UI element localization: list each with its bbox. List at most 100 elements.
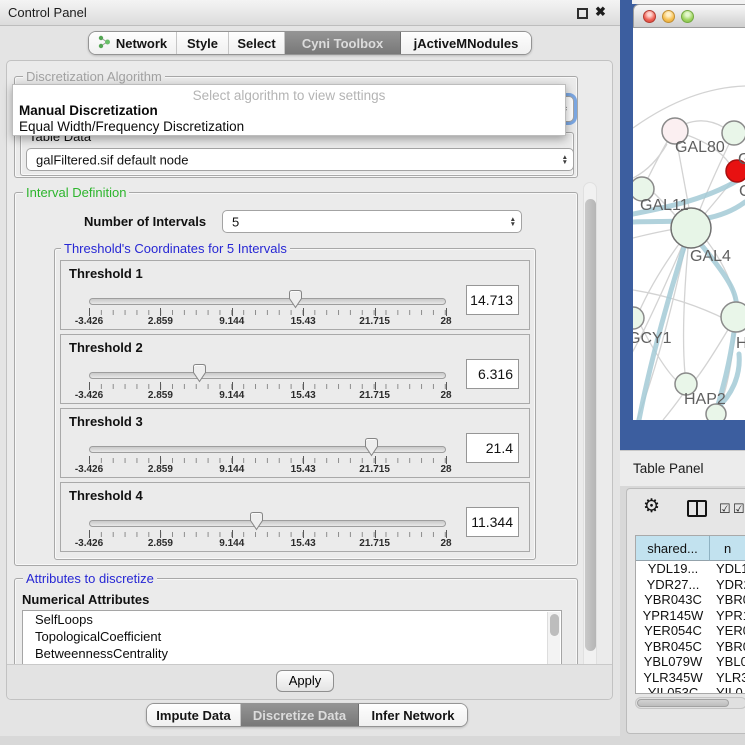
threshold-value-field[interactable]: 6.316 [466,359,519,389]
major-tick [446,308,447,316]
tab-jactivemnodules[interactable]: jActiveMNodules [401,32,531,54]
attribute-list-item[interactable]: TopologicalCoefficient [23,628,561,645]
tab-infer-network[interactable]: Infer Network [359,704,467,726]
column-header-name[interactable]: n [710,536,745,561]
tab-label: Network [116,36,167,51]
major-tick [232,382,233,390]
tick-label: 21.715 [359,316,390,327]
cell-name[interactable]: YBL0 [710,654,745,670]
cell-name[interactable]: YER0 [710,623,745,639]
cell-shared-name[interactable]: YBL079W [636,654,710,670]
cell-name[interactable]: YBR0 [710,639,745,655]
tick-label: 2.859 [148,316,173,327]
scrollbar-thumb[interactable] [637,699,729,707]
control-panel: Control Panel ✖ Network StyleSelectCyni T… [0,0,620,736]
tick-label: 2.859 [148,390,173,401]
number-of-intervals-combo[interactable]: 5 ▲▼ [222,210,522,233]
table-row[interactable]: YBR043CYBR0 [636,592,745,608]
top-tab-bar: Network StyleSelectCyni ToolboxjActiveMNo… [88,31,532,55]
popup-option[interactable]: Equal Width/Frequency Discretization [19,119,244,134]
network-canvas[interactable]: GAL80GAGAL11CGAL4GCY1HHAP2 [633,28,745,420]
popup-option[interactable]: Manual Discretization [19,103,158,118]
column-header-shared-name[interactable]: shared... [636,536,710,561]
checkbox-icon[interactable]: ☑ [719,501,731,517]
minimize-traffic-light[interactable] [662,10,675,23]
attributes-list-scrollbar[interactable] [547,612,560,668]
table-row[interactable]: YIL053CYIL0 [636,685,745,694]
slider-thumb[interactable] [191,363,208,383]
threshold-value-field[interactable]: 21.4 [466,433,519,463]
table-row[interactable]: YDR27...YDR2 [636,577,745,593]
scrollbar-thumb[interactable] [585,199,596,651]
tab-cyni-toolbox[interactable]: Cyni Toolbox [285,32,401,54]
float-window-icon[interactable] [577,8,588,19]
table-row[interactable]: YER054CYER0 [636,623,745,639]
cell-name[interactable]: YDL1 [710,561,745,577]
attribute-list-item[interactable]: BetweennessCentrality [23,645,561,662]
slider-thumb[interactable] [248,511,265,531]
cell-shared-name[interactable]: YPR145W [636,608,710,624]
cell-shared-name[interactable]: YDR27... [636,577,710,593]
slider-track[interactable] [89,372,446,379]
cell-shared-name[interactable]: YDL19... [636,561,710,577]
table-row[interactable]: YBL079WYBL0 [636,654,745,670]
slider-ticks [89,384,446,389]
network-icon [98,35,111,52]
major-tick [89,456,90,464]
major-tick [89,382,90,390]
slider-thumb[interactable] [363,437,380,457]
table-row[interactable]: YBR045CYBR0 [636,639,745,655]
control-panel-titlebar: Control Panel ✖ [0,0,620,26]
discretization-algorithm-title: Discretization Algorithm [23,69,165,84]
checkbox-icon[interactable]: ☑ [733,501,745,517]
cell-name[interactable]: YBR0 [710,592,745,608]
cell-shared-name[interactable]: YER054C [636,623,710,639]
tab-select[interactable]: Select [229,32,285,54]
table-row[interactable]: YDL19...YDL1 [636,561,745,577]
tab-discretize-data[interactable]: Discretize Data [241,704,359,726]
tab-style[interactable]: Style [177,32,229,54]
panel-title: Control Panel [8,5,87,20]
major-tick [375,456,376,464]
apply-button[interactable]: Apply [276,670,334,692]
threshold-value-field[interactable]: 14.713 [466,285,519,315]
cell-shared-name[interactable]: YBR045C [636,639,710,655]
gear-icon[interactable]: ⚙ [643,497,660,516]
slider-track[interactable] [89,298,446,305]
cell-shared-name[interactable]: YBR043C [636,592,710,608]
major-tick [160,530,161,538]
major-tick [89,308,90,316]
table-row[interactable]: YLR345WYLR3 [636,670,745,686]
tick-label: 2.859 [148,538,173,549]
panel-vertical-scrollbar[interactable] [583,182,597,694]
major-tick [375,382,376,390]
cell-name[interactable]: YLR3 [710,670,745,686]
slider-track[interactable] [89,446,446,453]
cell-name[interactable]: YIL0 [710,685,745,694]
close-icon[interactable]: ✖ [595,4,606,20]
cell-shared-name[interactable]: YIL053C [636,685,710,694]
network-window-titlebar[interactable] [633,4,745,28]
threshold-label: Threshold 1 [69,266,143,281]
cell-name[interactable]: YDR2 [710,577,745,593]
slider-track[interactable] [89,520,446,527]
cell-shared-name[interactable]: YLR345W [636,670,710,686]
major-tick [446,382,447,390]
cell-name[interactable]: YPR1 [710,608,745,624]
table-horizontal-scrollbar[interactable] [635,697,745,709]
slider-thumb[interactable] [287,289,304,309]
split-view-icon[interactable] [687,500,707,517]
attribute-list-item[interactable]: SelfLoops [23,611,561,628]
tick-label: 15.43 [291,538,316,549]
table-data-combo[interactable]: galFiltered.sif default node ▲▼ [26,148,574,171]
tab-impute-data[interactable]: Impute Data [147,704,241,726]
tick-label: 15.43 [291,316,316,327]
table-panel-header: Table Panel [620,450,745,486]
threshold-value-field[interactable]: 11.344 [466,507,519,537]
zoom-traffic-light[interactable] [681,10,694,23]
close-traffic-light[interactable] [643,10,656,23]
table-row[interactable]: YPR145WYPR1 [636,608,745,624]
tick-label: 9.144 [219,464,244,475]
tab-network[interactable]: Network [89,32,177,54]
numerical-attributes-list[interactable]: SelfLoopsTopologicalCoefficientBetweenne… [22,610,562,668]
